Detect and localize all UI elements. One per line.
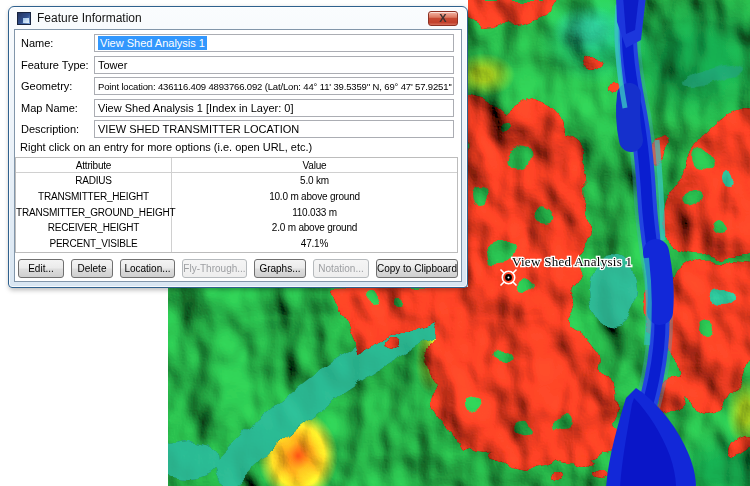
graphs-button[interactable]: Graphs... [254, 259, 306, 278]
delete-button[interactable]: Delete [71, 259, 113, 278]
description-field[interactable]: VIEW SHED TRANSMITTER LOCATION [94, 120, 454, 138]
feature-information-dialog: Feature Information X Name: View Shed An… [8, 6, 468, 288]
screen: View Shed Analysis 1 Feature Information… [0, 0, 750, 486]
window-icon [17, 12, 31, 25]
name-value: View Shed Analysis 1 [98, 36, 207, 50]
fly-through-button[interactable]: Fly-Through... [182, 259, 247, 278]
feature-type-field[interactable]: Tower [94, 56, 454, 74]
name-label: Name: [21, 37, 53, 49]
description-label: Description: [21, 123, 79, 135]
table-row[interactable]: TRANSMITTER_GROUND_HEIGHT110.033 m [16, 205, 457, 221]
table-row[interactable]: RECEIVER_HEIGHT2.0 m above ground [16, 220, 457, 236]
hint-text: Right click on an entry for more options… [20, 141, 312, 153]
notation-button[interactable]: Notation... [313, 259, 369, 278]
copy-to-clipboard-button[interactable]: Copy to Clipboard [376, 259, 458, 278]
map-name-label: Map Name: [21, 102, 78, 114]
dialog-content: Name: View Shed Analysis 1 Feature Type:… [14, 29, 462, 282]
table-row[interactable]: PERCENT_VISIBLE47.1% [16, 236, 457, 252]
attribute-table[interactable]: Attribute Value RADIUS5.0 km TRANSMITTER… [15, 157, 458, 253]
dialog-titlebar[interactable]: Feature Information X [9, 7, 467, 29]
geometry-field[interactable]: Point location: 436116.409 4893766.092 (… [94, 77, 454, 95]
location-button[interactable]: Location... [120, 259, 175, 278]
dialog-title: Feature Information [37, 11, 142, 25]
marker-label: View Shed Analysis 1 [512, 254, 632, 269]
name-field[interactable]: View Shed Analysis 1 [94, 34, 454, 52]
close-button[interactable]: X [428, 11, 458, 26]
attribute-column-header[interactable]: Attribute [16, 158, 172, 172]
table-header: Attribute Value [16, 158, 457, 173]
map-name-field[interactable]: View Shed Analysis 1 [Index in Layer: 0] [94, 99, 454, 117]
value-column-header[interactable]: Value [172, 158, 457, 172]
viewshed-marker-icon[interactable] [501, 270, 517, 286]
table-row[interactable]: RADIUS5.0 km [16, 173, 457, 189]
edit-button[interactable]: Edit... [18, 259, 64, 278]
table-row[interactable]: TRANSMITTER_HEIGHT10.0 m above ground [16, 189, 457, 205]
geometry-label: Geometry: [21, 80, 72, 92]
feature-type-label: Feature Type: [21, 59, 89, 71]
